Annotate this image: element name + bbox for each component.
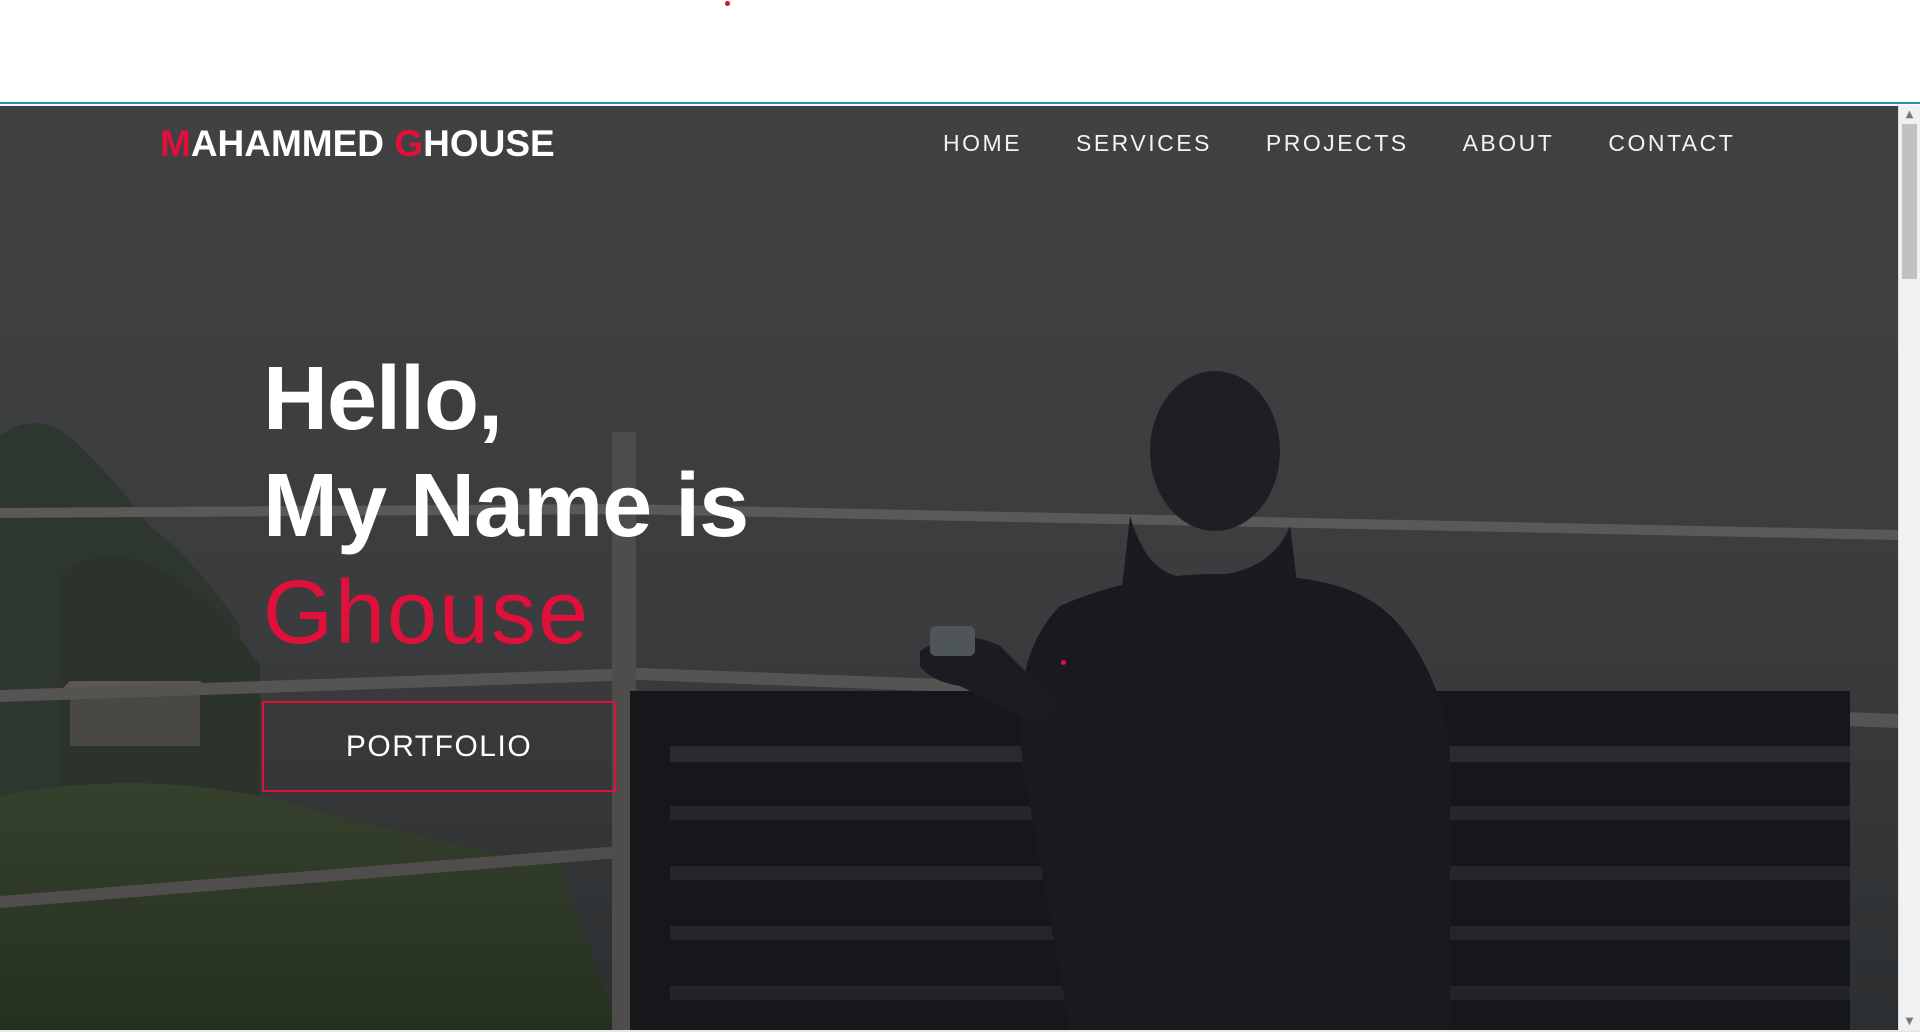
portfolio-button[interactable]: PORTFOLIO bbox=[262, 701, 616, 792]
page-scrollbar[interactable]: ▲ ▼ bbox=[1898, 106, 1920, 1031]
triangle-down-icon[interactable]: ▼ bbox=[1899, 1013, 1920, 1031]
nav-item-home[interactable]: HOME bbox=[943, 130, 1022, 157]
top-navbar: MAHAMMED GHOUSE HOME SERVICES PROJECTS A… bbox=[0, 106, 1898, 186]
brand-first-initial: M bbox=[160, 123, 191, 164]
scrollbar-thumb[interactable] bbox=[1902, 124, 1917, 279]
brand-last-rest: HOUSE bbox=[423, 123, 555, 164]
site-logo[interactable]: MAHAMMED GHOUSE bbox=[160, 123, 555, 165]
brand-last-initial: G bbox=[394, 123, 424, 164]
red-dot-marker bbox=[725, 1, 730, 6]
nav-item-about[interactable]: ABOUT bbox=[1463, 130, 1555, 157]
red-dot-marker bbox=[1061, 660, 1066, 665]
brand-first-rest: AHAMMED bbox=[190, 123, 395, 164]
nav-item-services[interactable]: SERVICES bbox=[1076, 130, 1212, 157]
hero-greeting: Hello, bbox=[263, 349, 503, 449]
hero-section: MAHAMMED GHOUSE HOME SERVICES PROJECTS A… bbox=[0, 106, 1898, 1031]
browser-top-area bbox=[0, 0, 1920, 104]
hero-intro: My Name is bbox=[263, 456, 749, 556]
hero-name: Ghouse bbox=[263, 563, 591, 663]
nav-item-contact[interactable]: CONTACT bbox=[1608, 130, 1735, 157]
nav-item-projects[interactable]: PROJECTS bbox=[1266, 130, 1409, 157]
nav-menu: HOME SERVICES PROJECTS ABOUT CONTACT bbox=[943, 130, 1735, 157]
hero-heading: Hello, My Name is Ghouse bbox=[263, 346, 749, 667]
triangle-up-icon[interactable]: ▲ bbox=[1899, 106, 1920, 124]
